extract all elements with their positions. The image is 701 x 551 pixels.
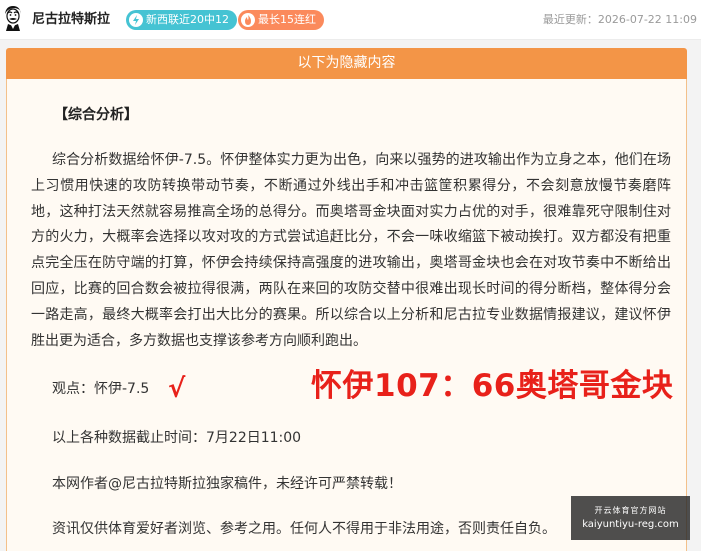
flame-icon [241, 13, 255, 27]
author-name[interactable]: 尼古拉特斯拉 [32, 11, 110, 29]
disclaimer: 资讯仅供体育爱好者浏览、参考之用。任何人不得用于非法用途，否则责任自负。 [52, 521, 556, 537]
watermark-url: kaiyuntiyu-reg.com [582, 519, 679, 530]
badge-recent-record: 新西联近20中12 [126, 10, 237, 30]
match-result: 怀伊107：66奥塔哥金块 [311, 368, 674, 404]
lightning-icon [129, 13, 143, 27]
author-header: 尼古拉特斯拉 新西联近20中12 最长15连红 最近更新：2026-07-22 … [0, 0, 701, 40]
avatar[interactable] [2, 4, 24, 32]
watermark: 开云体育官方网站 kaiyuntiyu-reg.com [571, 496, 690, 540]
pick-line: 观点：怀伊-7.5 [52, 381, 150, 397]
hidden-content-banner: 以下为隐藏内容 [6, 48, 687, 79]
section-title: 【综合分析】 [54, 107, 138, 123]
copyright-notice: 本网作者@尼古拉特斯拉独家稿件，未经许可严禁转载！ [52, 476, 402, 492]
badge-streak-label: 最长15连红 [258, 13, 316, 26]
badge-streak: 最长15连红 [238, 10, 324, 30]
check-icon: √ [168, 374, 186, 404]
badge-recent-label: 新西联近20中12 [146, 13, 229, 26]
data-cutoff-time: 以上各种数据截止时间：7月22日11:00 [52, 430, 302, 446]
watermark-logo: 开云体育官方网站 [594, 506, 667, 515]
analysis-paragraph: 综合分析数据给怀伊-7.5。怀伊整体实力更为出色，向来以强势的进攻输出作为立身之… [31, 152, 671, 349]
last-updated: 最近更新：2026-07-22 11:09 [542, 13, 697, 26]
